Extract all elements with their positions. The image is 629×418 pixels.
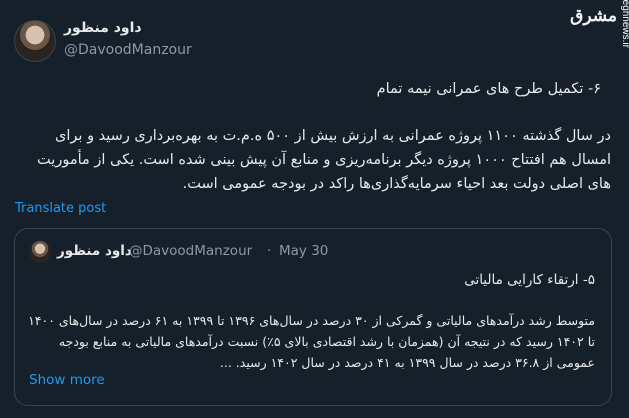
show-more-link[interactable]: Show more: [29, 372, 105, 388]
tweet-body: در سال گذشته ۱۱۰۰ پروژه عمرانی به ارزش ب…: [37, 128, 611, 192]
tweet-heading: ۶- تکمیل طرح های عمرانی نیمه تمام: [376, 81, 601, 97]
quoted-tweet-card[interactable]: داود منظور @DavoodManzour · May 30 ۵- ار…: [14, 228, 612, 406]
author-avatar[interactable]: [14, 20, 56, 62]
quoted-body: متوسط رشد درآمدهای مالیاتی و گمرکی از ۳۰…: [28, 313, 595, 370]
quoted-avatar[interactable]: [29, 241, 51, 263]
quoted-author-handle[interactable]: @DavoodManzour: [129, 243, 252, 259]
quoted-author-name[interactable]: داود منظور: [57, 243, 132, 259]
watermark-url: mashreghnews.ir: [620, 0, 629, 48]
watermark: مشرق mashreghnews.ir: [570, 0, 629, 120]
quoted-heading: ۵- ارتقاء کارایی مالیاتی: [464, 272, 595, 288]
translate-post-link[interactable]: Translate post: [15, 201, 106, 216]
quoted-separator: ·: [267, 243, 272, 259]
watermark-logo: مشرق: [570, 6, 617, 26]
quoted-date[interactable]: May 30: [279, 243, 328, 259]
author-name[interactable]: داود منظور: [64, 20, 142, 36]
author-handle[interactable]: @DavoodManzour: [64, 42, 192, 58]
